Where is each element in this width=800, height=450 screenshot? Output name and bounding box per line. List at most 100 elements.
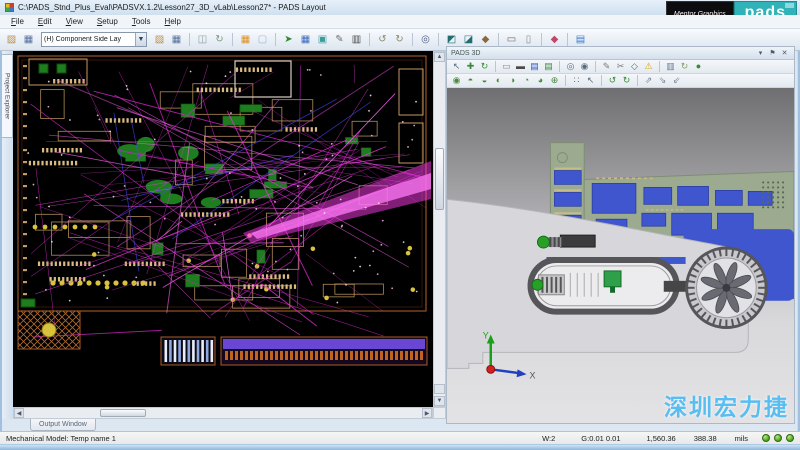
view-front-icon[interactable]: ◔ xyxy=(520,74,533,87)
toolbar-separator xyxy=(559,61,560,72)
zoom-icon[interactable]: ◎ xyxy=(418,32,433,47)
status-model-text: Mechanical Model: Temp name 1 xyxy=(6,434,516,443)
component-tool-icon[interactable]: ▥ xyxy=(349,32,364,47)
view-iso-icon[interactable]: ◉ xyxy=(450,74,463,87)
cut-plane-icon[interactable]: ✂ xyxy=(614,60,627,73)
pads-3d-viewport[interactable]: YX 深圳宏力捷 xyxy=(447,88,794,423)
menu-item-edit[interactable]: Edit xyxy=(31,16,59,27)
pcb-layout-canvas[interactable] xyxy=(13,51,433,407)
window-title: C:\PADS_Stnd_Plus_Eval\PADSVX.1.2\Lesson… xyxy=(18,3,326,12)
design-grid-icon[interactable]: ▦ xyxy=(298,32,313,47)
add-route-icon[interactable]: ✎ xyxy=(332,32,347,47)
scroll-left-icon[interactable]: ◀ xyxy=(14,408,24,418)
horizontal-scrollbar[interactable]: ◀ ▶ xyxy=(13,407,433,419)
scrollbar-corner xyxy=(433,407,446,419)
toolbar-separator xyxy=(369,33,370,46)
toolbar-separator xyxy=(498,33,499,46)
menu-item-setup[interactable]: Setup xyxy=(90,16,125,27)
view-back-icon[interactable]: ◕ xyxy=(534,74,547,87)
view-left-icon[interactable]: ◐ xyxy=(492,74,505,87)
open-icon[interactable]: ▨ xyxy=(152,32,167,47)
view-right-icon[interactable]: ◑ xyxy=(506,74,519,87)
import-model-icon[interactable]: ▤ xyxy=(528,60,541,73)
toolbar-separator xyxy=(601,75,602,86)
redraw-icon[interactable]: ↻ xyxy=(212,32,227,47)
rotate-model-icon[interactable]: ↻ xyxy=(478,60,491,73)
fly-se-icon[interactable]: ⇘ xyxy=(656,74,669,87)
status-units: mils xyxy=(735,434,748,443)
pads-3d-toolbar-1: ↖✚↻▭▬▤▤◎◉✎✂◇⚠▥↻● xyxy=(447,60,794,74)
vscroll-thumb[interactable] xyxy=(435,148,444,210)
board-view-icon[interactable]: ▣ xyxy=(315,32,330,47)
hscroll-thumb[interactable] xyxy=(100,409,146,417)
spin-ccw-icon[interactable]: ↺ xyxy=(606,74,619,87)
dots-grid-icon[interactable]: ∷ xyxy=(570,74,583,87)
view-bottom-icon[interactable]: ◒ xyxy=(478,74,491,87)
clipboard-icon[interactable]: ▯ xyxy=(521,32,536,47)
fly-sw-icon[interactable]: ⇙ xyxy=(670,74,683,87)
snap-icon[interactable]: ◇ xyxy=(628,60,641,73)
fly-ne-icon[interactable]: ⇗ xyxy=(642,74,655,87)
pick-icon[interactable]: ↖ xyxy=(584,74,597,87)
window-bottom-frame xyxy=(0,444,800,450)
scroll-right-icon[interactable]: ▶ xyxy=(422,408,432,418)
menu-bar: FileEditViewSetupToolsHelp xyxy=(0,15,800,29)
workspace-icon[interactable]: ◫ xyxy=(195,32,210,47)
options-icon[interactable]: ▥ xyxy=(664,60,677,73)
redo-icon[interactable]: ↻ xyxy=(392,32,407,47)
select-gate-icon[interactable]: ◩ xyxy=(444,32,459,47)
status-led-3-icon xyxy=(786,434,794,442)
zoom-window-icon[interactable]: ◎ xyxy=(564,60,577,73)
status-bar: Mechanical Model: Temp name 1 W:2 G:0.01… xyxy=(0,431,800,444)
pads-3d-drawing: YX xyxy=(447,88,794,423)
route-mode-icon[interactable]: ➤ xyxy=(281,32,296,47)
paint-icon[interactable]: ◆ xyxy=(478,32,493,47)
menu-item-file[interactable]: File xyxy=(4,16,31,27)
mech-model-icon[interactable]: ▬ xyxy=(514,60,527,73)
undo-icon[interactable]: ↺ xyxy=(375,32,390,47)
display-colors-icon[interactable]: ▦ xyxy=(238,32,253,47)
watermark-text: 深圳宏力捷 xyxy=(664,388,789,422)
open-icon[interactable]: ▨ xyxy=(4,32,19,47)
scroll-down-icon[interactable]: ▼ xyxy=(434,396,445,406)
menu-item-tools[interactable]: Tools xyxy=(125,16,158,27)
vertical-scrollbar[interactable]: ▲ ▼ xyxy=(433,51,446,407)
pads-3d-titlebar[interactable]: PADS 3D ▾⚑✕ xyxy=(447,47,794,60)
selection-filter-icon[interactable]: ▢ xyxy=(255,32,270,47)
status-doc-icon[interactable]: ▤ xyxy=(573,32,588,47)
scroll-up-icon[interactable]: ▲ xyxy=(434,52,445,62)
select-cursor-icon[interactable]: ↖ xyxy=(450,60,463,73)
toolbar-separator xyxy=(567,33,568,46)
view-spin-icon[interactable]: ⊕ xyxy=(548,74,561,87)
find-icon[interactable]: ◉ xyxy=(578,60,591,73)
move-model-icon[interactable]: ✚ xyxy=(464,60,477,73)
splitter-box[interactable] xyxy=(434,384,445,394)
output-window-tab[interactable]: Output Window xyxy=(30,419,96,431)
export-model-icon[interactable]: ▤ xyxy=(542,60,555,73)
collision-check-icon[interactable]: ⚠ xyxy=(642,60,655,73)
board-outline-icon[interactable]: ▭ xyxy=(500,60,513,73)
spin-cw-icon[interactable]: ↻ xyxy=(620,74,633,87)
view-top-icon[interactable]: ◓ xyxy=(464,74,477,87)
toolbar-separator xyxy=(595,61,596,72)
macro-icon[interactable]: ▭ xyxy=(504,32,519,47)
menu-item-help[interactable]: Help xyxy=(158,16,188,27)
select-comp-icon[interactable]: ◪ xyxy=(461,32,476,47)
app-icon xyxy=(5,3,14,12)
panel-close-icon[interactable]: ✕ xyxy=(779,48,790,59)
save-icon[interactable]: ▦ xyxy=(21,32,36,47)
measure-icon[interactable]: ✎ xyxy=(600,60,613,73)
chevron-down-icon[interactable]: ▼ xyxy=(135,33,146,46)
save-icon[interactable]: ▦ xyxy=(169,32,184,47)
menu-item-view[interactable]: View xyxy=(59,16,90,27)
update-icon[interactable]: ↻ xyxy=(678,60,691,73)
pcb-board-drawing xyxy=(13,51,433,407)
project-explorer-tab[interactable]: Project Explorer xyxy=(2,54,13,138)
drc-icon[interactable]: ◆ xyxy=(547,32,562,47)
panel-menu-icon[interactable]: ▾ xyxy=(755,48,766,59)
panel-pin-icon[interactable]: ⚑ xyxy=(767,48,778,59)
project-explorer-strip: Project Explorer xyxy=(2,51,13,419)
layer-selector[interactable]: (H) Component Side Lay ▼ xyxy=(41,32,147,47)
world-view-icon[interactable]: ● xyxy=(692,60,705,73)
svg-text:X: X xyxy=(530,370,536,380)
